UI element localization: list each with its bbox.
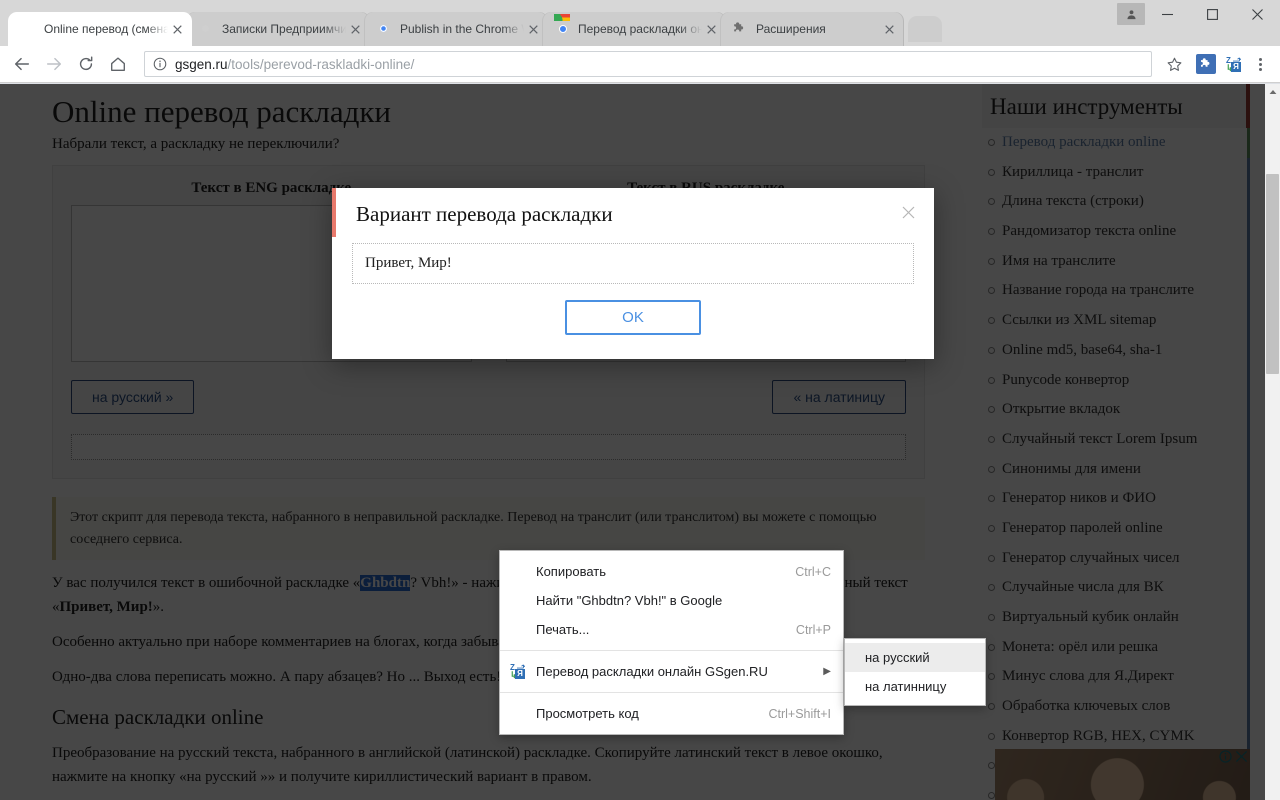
ok-button[interactable]: OK	[565, 300, 701, 335]
page-viewport: Online перевод раскладки Набрали текст, …	[0, 84, 1280, 800]
submenu-item-to-russian[interactable]: на русский	[845, 643, 985, 672]
context-menu-label: Найти "Ghbdtn? Vbh!" в Google	[536, 593, 723, 608]
url-path: /tools/perevod-raskladki-online/	[227, 56, 415, 72]
context-menu-item-print[interactable]: Печать... Ctrl+P	[500, 615, 843, 644]
context-menu-label: Просмотреть код	[536, 706, 639, 721]
tab-title: Publish in the Chrome W	[400, 22, 524, 36]
url-host: gsgen.ru	[175, 56, 228, 72]
tab-close-icon[interactable]	[524, 20, 542, 38]
tab-perevod-raskladki[interactable]: Перевод раскладки онл	[542, 12, 726, 46]
context-menu-shortcut: Ctrl+Shift+I	[768, 706, 831, 721]
star-icon[interactable]	[1160, 50, 1188, 78]
minimize-icon[interactable]	[1145, 0, 1190, 29]
context-menu-item-inspect[interactable]: Просмотреть код Ctrl+Shift+I	[500, 699, 843, 728]
gsgen-translate-icon: Z ↳ Я	[510, 663, 536, 680]
context-submenu: на русский на латинницу	[844, 638, 986, 706]
address-bar-url: gsgen.ru/tools/perevod-raskladki-online/	[175, 57, 414, 72]
dialog-footer: OK	[332, 284, 934, 359]
chrome-store-favicon	[554, 21, 570, 37]
context-menu-shortcut: Ctrl+C	[795, 564, 831, 579]
chevron-right-icon: ▶	[823, 666, 831, 677]
context-menu-separator	[500, 650, 843, 651]
scroll-up-arrow-icon[interactable]	[1265, 84, 1280, 99]
tab-close-icon[interactable]	[346, 20, 364, 38]
tab-close-icon[interactable]	[168, 20, 186, 38]
maximize-icon[interactable]	[1190, 0, 1235, 29]
browser-window: Online перевод (смена) Записки Предприим…	[0, 0, 1280, 800]
tab-online-perevod[interactable]: Online перевод (смена)	[8, 12, 192, 46]
window-controls	[1117, 0, 1280, 29]
context-menu: Копировать Ctrl+C Найти "Ghbdtn? Vbh!" в…	[499, 550, 844, 735]
tab-close-icon[interactable]	[880, 20, 898, 38]
puzzle-extension-icon[interactable]	[1192, 50, 1220, 78]
puzzle-favicon	[732, 21, 748, 37]
tab-publish-chrome[interactable]: Publish in the Chrome W	[364, 12, 548, 46]
browser-toolbar: gsgen.ru/tools/perevod-raskladki-online/…	[0, 46, 1280, 83]
tab-zapiski[interactable]: Записки Предприимчивы	[186, 12, 370, 46]
submenu-label: на латинницу	[865, 679, 947, 694]
context-menu-separator	[500, 692, 843, 693]
tab-title: Расширения	[756, 22, 826, 36]
dialog-body: Привет, Мир!	[332, 237, 934, 284]
tab-rasshireniya[interactable]: Расширения	[720, 12, 904, 46]
submenu-item-to-latin[interactable]: на латинницу	[845, 672, 985, 701]
tab-strip: Online перевод (смена) Записки Предприим…	[0, 0, 1280, 46]
tab-close-icon[interactable]	[702, 20, 720, 38]
address-bar[interactable]: gsgen.ru/tools/perevod-raskladki-online/	[144, 51, 1152, 77]
context-menu-label: Копировать	[536, 564, 606, 579]
chrome-favicon	[376, 21, 392, 37]
tab-title: Online перевод (смена)	[44, 22, 168, 36]
dark-circle-favicon	[198, 21, 214, 37]
context-menu-item-gsgen-translate[interactable]: Z ↳ Я Перевод раскладки онлайн GSgen.RU …	[500, 657, 843, 686]
close-icon[interactable]	[1235, 0, 1280, 29]
tab-title: Перевод раскладки онл	[578, 22, 702, 36]
translation-result-field[interactable]: Привет, Мир!	[352, 243, 914, 284]
tab-title: Записки Предприимчивы	[222, 22, 346, 36]
forward-arrow-icon	[40, 50, 68, 78]
submenu-label: на русский	[865, 650, 930, 665]
gsgen-favicon	[20, 21, 36, 37]
home-icon[interactable]	[104, 50, 132, 78]
close-icon[interactable]	[898, 202, 918, 222]
kebab-menu-icon[interactable]	[1248, 50, 1272, 78]
new-tab-button[interactable]	[908, 16, 942, 42]
info-icon[interactable]	[153, 57, 167, 71]
context-menu-item-search-google[interactable]: Найти "Ghbdtn? Vbh!" в Google	[500, 586, 843, 615]
translation-result-dialog: Вариант перевода раскладки Привет, Мир! …	[332, 188, 934, 359]
back-arrow-icon[interactable]	[8, 50, 36, 78]
context-menu-item-copy[interactable]: Копировать Ctrl+C	[500, 557, 843, 586]
gsgen-translate-icon[interactable]: Z ↳ Я	[1224, 54, 1244, 74]
tab-list: Online перевод (смена) Записки Предприим…	[8, 6, 942, 46]
dialog-header: Вариант перевода раскладки	[332, 188, 934, 237]
context-menu-label: Перевод раскладки онлайн GSgen.RU	[536, 664, 768, 679]
dialog-title: Вариант перевода раскладки	[356, 202, 613, 226]
page-scrollbar[interactable]	[1265, 84, 1280, 800]
person-icon[interactable]	[1117, 3, 1145, 25]
scrollbar-thumb[interactable]	[1266, 174, 1279, 374]
reload-icon[interactable]	[72, 50, 100, 78]
context-menu-label: Печать...	[536, 622, 590, 637]
context-menu-shortcut: Ctrl+P	[795, 622, 831, 637]
